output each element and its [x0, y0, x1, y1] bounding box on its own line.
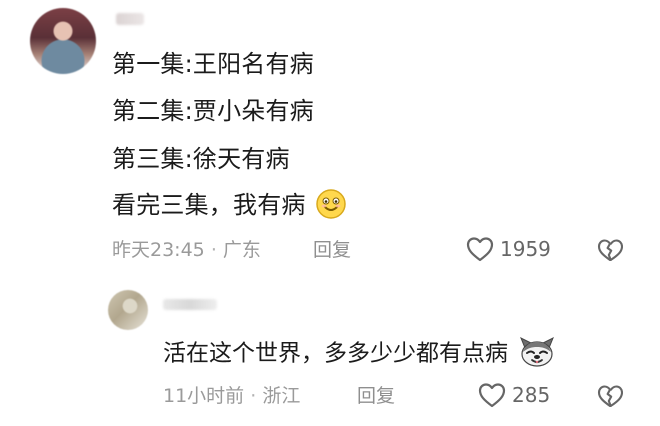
comment-text-line-1: 第一集:王阳名有病: [112, 50, 314, 78]
avatar[interactable]: [30, 8, 96, 74]
like-button[interactable]: 285: [478, 382, 550, 408]
heart-outline-icon: [478, 383, 506, 408]
reply-button[interactable]: 回复: [357, 384, 395, 408]
comment-time: 昨天23:45: [112, 239, 205, 261]
broken-heart-icon: [597, 385, 624, 408]
dislike-button[interactable]: [597, 238, 624, 266]
username-blurred[interactable]: [163, 299, 217, 310]
comment-meta: 昨天23:45 · 广东: [112, 238, 261, 262]
like-button[interactable]: 1959: [466, 236, 551, 262]
heart-outline-icon: [466, 237, 494, 262]
meta-separator: ·: [210, 239, 217, 261]
broken-heart-icon: [597, 239, 624, 262]
reply-location: 浙江: [262, 385, 301, 407]
comment-text-line-4: 看完三集，我有病: [112, 189, 347, 222]
meta-separator: ·: [250, 385, 257, 407]
like-count: 1959: [500, 237, 551, 261]
reply-button[interactable]: 回复: [313, 238, 351, 262]
avatar[interactable]: [108, 290, 148, 330]
username-blurred[interactable]: [116, 13, 144, 25]
reply-text: 活在这个世界，多多少少都有点病: [163, 336, 557, 371]
smile-emoji-icon: [316, 189, 347, 219]
reply-time: 11小时前: [163, 385, 245, 407]
comment-text-line-3: 第三集:徐天有病: [112, 145, 290, 173]
dislike-button[interactable]: [597, 384, 624, 412]
comment-text-line-2: 第二集:贾小朵有病: [112, 97, 314, 125]
like-count: 285: [512, 383, 551, 407]
reply-meta: 11小时前 · 浙江: [163, 384, 300, 408]
reply-text-content: 活在这个世界，多多少少都有点病: [163, 340, 508, 367]
comment-location: 广东: [222, 239, 261, 261]
comment-text-line-4-text: 看完三集，我有病: [112, 191, 306, 219]
dog-emoji-icon: [520, 336, 555, 367]
